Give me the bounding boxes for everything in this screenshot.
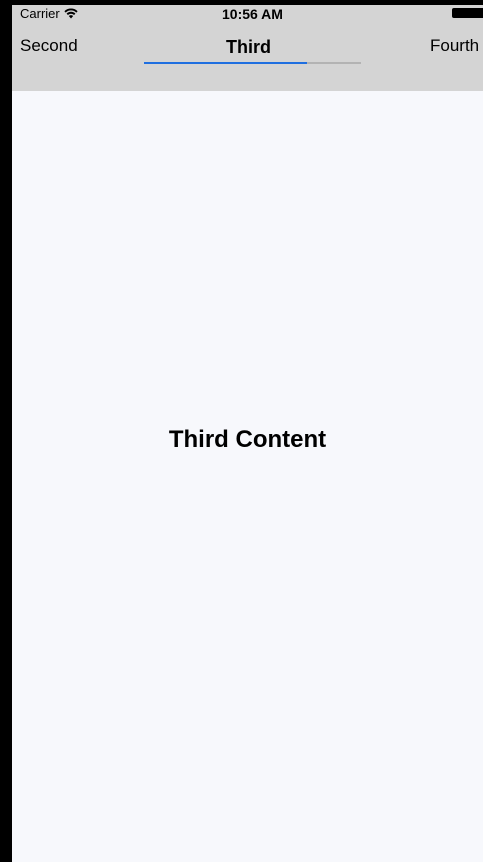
app-screen: Carrier 10:56 AM Second Third Fourth Thi… bbox=[0, 0, 483, 862]
tab-third[interactable]: Third bbox=[226, 37, 271, 58]
status-bar: Carrier 10:56 AM bbox=[12, 5, 483, 25]
carrier-indicator: Carrier bbox=[20, 6, 78, 21]
carrier-label: Carrier bbox=[20, 6, 60, 21]
status-time: 10:56 AM bbox=[222, 6, 283, 22]
tab-indicator-track bbox=[144, 62, 361, 64]
wifi-icon bbox=[64, 8, 78, 19]
tab-indicator-fill bbox=[144, 62, 307, 64]
tab-second[interactable]: Second bbox=[20, 36, 78, 56]
tab-fourth[interactable]: Fourth bbox=[430, 36, 479, 56]
battery-icon bbox=[452, 8, 483, 18]
content-title: Third Content bbox=[168, 426, 327, 453]
header: Carrier 10:56 AM Second Third Fourth bbox=[12, 5, 483, 91]
